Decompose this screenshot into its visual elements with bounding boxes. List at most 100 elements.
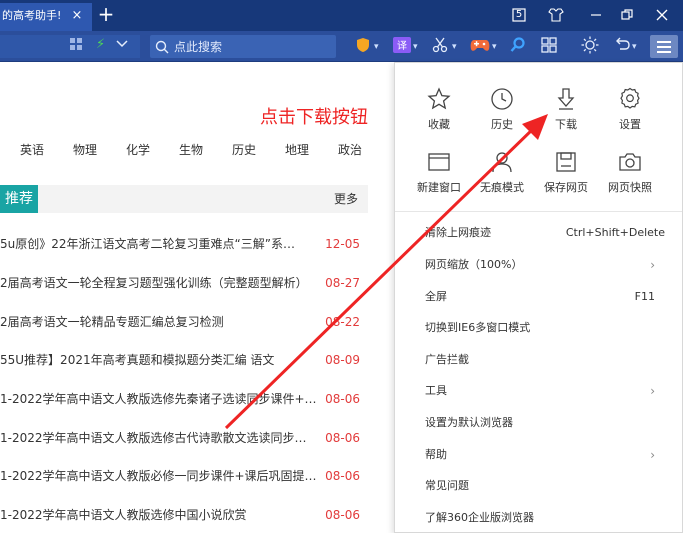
bookmarks-button[interactable]: 收藏 bbox=[407, 87, 471, 143]
menu-item-enterprise[interactable]: 了解360企业版浏览器 bbox=[425, 508, 665, 528]
article-title[interactable]: 1-2022学年高中语文人教版选修古代诗歌散文选读同步… bbox=[0, 428, 307, 448]
list-item[interactable]: 1-2022学年高中语文人教版必修一同步课件+课后巩固提… 08-06 bbox=[0, 466, 368, 486]
incognito-icon bbox=[492, 152, 512, 173]
snapshot-button[interactable]: 网页快照 bbox=[598, 150, 662, 206]
settings-button[interactable]: 设置 bbox=[598, 87, 662, 143]
tab-count-badge[interactable]: 5 bbox=[511, 4, 527, 26]
new-window-button[interactable]: 新建窗口 bbox=[407, 150, 471, 206]
lightning-icon[interactable]: ⚡ bbox=[96, 35, 105, 55]
list-item[interactable]: 5u原创》22年浙江语文高考二轮复习重难点“三解”系… 12-05 bbox=[0, 234, 368, 254]
grid-icon[interactable] bbox=[70, 37, 82, 57]
subject-nav: 英语 物理 化学 生物 历史 地理 政治 bbox=[0, 141, 395, 161]
chevron-right-icon: › bbox=[650, 384, 655, 398]
menu-item-shortcut: F11 bbox=[634, 290, 655, 303]
menu-item-fullscreen[interactable]: 全屏 F11 bbox=[425, 287, 665, 307]
restore-icon[interactable] bbox=[617, 4, 637, 26]
game-controller-icon[interactable] bbox=[470, 37, 490, 57]
article-title[interactable]: 5u原创》22年浙江语文高考二轮复习重难点“三解”系… bbox=[0, 234, 295, 254]
menu-item-faq[interactable]: 常见问题 bbox=[425, 476, 665, 496]
translate-icon[interactable]: 译 bbox=[393, 37, 411, 57]
recommend-section-header: 推荐 更多 bbox=[0, 185, 368, 213]
article-title[interactable]: 2届高考语文一轮精品专题汇编总复习检测 bbox=[0, 312, 224, 332]
menu-item-ad-block[interactable]: 广告拦截 bbox=[425, 350, 665, 370]
search-box[interactable] bbox=[150, 35, 336, 58]
menu-item-label: 清除上网痕迹 bbox=[425, 226, 491, 239]
list-item[interactable]: 1-2022学年高中语文人教版选修中国小说欣赏 08-06 bbox=[0, 505, 368, 525]
subject-link[interactable]: 历史 bbox=[232, 141, 256, 158]
menu-item-label: 帮助 bbox=[425, 448, 447, 461]
search-input[interactable] bbox=[174, 38, 324, 55]
hamburger-icon bbox=[657, 41, 671, 43]
more-link[interactable]: 更多 bbox=[334, 185, 358, 213]
chevron-down-icon[interactable] bbox=[116, 35, 128, 55]
apps-grid-icon[interactable] bbox=[541, 37, 557, 57]
subject-link[interactable]: 英语 bbox=[20, 141, 44, 158]
menu-item-shortcut: Ctrl+Shift+Delete bbox=[565, 226, 665, 239]
menu-item-zoom[interactable]: 网页缩放（100%） › bbox=[425, 255, 665, 275]
list-item[interactable]: 1-2022学年高中语文人教版选修先秦诸子选读同步课件+… 08-06 bbox=[0, 389, 368, 409]
list-item[interactable]: 1-2022学年高中语文人教版选修古代诗歌散文选读同步… 08-06 bbox=[0, 428, 368, 448]
minimize-icon[interactable] bbox=[586, 4, 606, 26]
menu-item-default-browser[interactable]: 设置为默认浏览器 bbox=[425, 413, 665, 433]
shield-dropdown-icon[interactable]: ▾ bbox=[374, 37, 379, 57]
magnifier-icon[interactable] bbox=[510, 37, 526, 57]
incognito-button[interactable]: 无痕模式 bbox=[470, 150, 534, 206]
list-item[interactable]: 2届高考语文一轮精品专题汇编总复习检测 08-22 bbox=[0, 312, 368, 332]
main-menu-button[interactable] bbox=[650, 35, 678, 58]
tab-close-button[interactable]: × bbox=[70, 3, 84, 29]
address-bar[interactable]: ⚡ bbox=[0, 35, 140, 58]
download-button[interactable]: 下载 bbox=[534, 87, 598, 143]
menu-item-label: 全屏 bbox=[425, 290, 447, 303]
subject-link[interactable]: 生物 bbox=[179, 141, 203, 158]
translate-dropdown-icon[interactable]: ▾ bbox=[413, 37, 418, 57]
subject-link[interactable]: 政治 bbox=[338, 141, 362, 158]
subject-link[interactable]: 地理 bbox=[285, 141, 309, 158]
clock-icon bbox=[491, 88, 513, 110]
camera-icon bbox=[619, 153, 641, 171]
menu-item-tools[interactable]: 工具 › bbox=[425, 381, 665, 401]
menu-divider bbox=[395, 211, 682, 212]
list-item[interactable]: 55U推荐】2021年高考真题和模拟题分类汇编 语文 08-09 bbox=[0, 350, 368, 370]
save-page-button[interactable]: 保存网页 bbox=[534, 150, 598, 206]
subject-link[interactable]: 化学 bbox=[126, 141, 150, 158]
history-button[interactable]: 历史 bbox=[470, 87, 534, 143]
undo-icon[interactable] bbox=[614, 37, 630, 57]
scissors-icon[interactable] bbox=[432, 37, 448, 57]
list-item[interactable]: 2届高考语文一轮全程复习题型强化训练（完整题型解析） 08-27 bbox=[0, 273, 368, 293]
article-title[interactable]: 1-2022学年高中语文人教版选修先秦诸子选读同步课件+… bbox=[0, 389, 317, 409]
toolbar: ⚡ ▾ 译 ▾ ▾ ▾ ▾ bbox=[0, 31, 683, 62]
menu-item-label: 工具 bbox=[425, 384, 447, 397]
menu-item-label: 网页缩放（100%） bbox=[425, 258, 523, 271]
svg-text:译: 译 bbox=[397, 40, 407, 52]
undo-dropdown-icon[interactable]: ▾ bbox=[632, 37, 637, 57]
incognito-label: 无痕模式 bbox=[480, 181, 524, 194]
scissors-dropdown-icon[interactable]: ▾ bbox=[452, 37, 457, 57]
star-icon bbox=[427, 87, 451, 110]
tab-title: 的高考助手! bbox=[2, 9, 62, 22]
article-title[interactable]: 2届高考语文一轮全程复习题型强化训练（完整题型解析） bbox=[0, 273, 308, 293]
menu-item-ie6-mode[interactable]: 切换到IE6多窗口模式 bbox=[425, 318, 665, 338]
menu-item-label: 广告拦截 bbox=[425, 353, 469, 366]
subject-link[interactable]: 物理 bbox=[73, 141, 97, 158]
bookmarks-label: 收藏 bbox=[428, 118, 450, 131]
save-page-label: 保存网页 bbox=[544, 181, 588, 194]
menu-item-clear-history[interactable]: 清除上网痕迹 Ctrl+Shift+Delete bbox=[425, 223, 665, 243]
article-title[interactable]: 55U推荐】2021年高考真题和模拟题分类汇编 语文 bbox=[0, 350, 274, 370]
chevron-right-icon: › bbox=[650, 258, 655, 272]
brightness-icon[interactable] bbox=[581, 36, 599, 57]
article-title[interactable]: 1-2022学年高中语文人教版选修中国小说欣赏 bbox=[0, 505, 247, 525]
article-title[interactable]: 1-2022学年高中语文人教版必修一同步课件+课后巩固提… bbox=[0, 466, 317, 486]
game-dropdown-icon[interactable]: ▾ bbox=[492, 37, 497, 57]
new-tab-button[interactable]: + bbox=[96, 3, 116, 27]
skin-icon[interactable] bbox=[546, 4, 566, 26]
menu-item-label: 切换到IE6多窗口模式 bbox=[425, 321, 531, 334]
close-icon[interactable] bbox=[652, 4, 672, 26]
chevron-right-icon: › bbox=[650, 448, 655, 462]
download-icon bbox=[557, 88, 575, 110]
title-bar: 的高考助手! × + 5 bbox=[0, 0, 683, 31]
recommend-tab[interactable]: 推荐 bbox=[0, 185, 38, 213]
menu-item-help[interactable]: 帮助 › bbox=[425, 445, 665, 465]
article-date: 08-06 bbox=[325, 431, 360, 445]
browser-tab[interactable]: 的高考助手! × bbox=[0, 3, 92, 31]
shield-icon[interactable] bbox=[356, 37, 370, 57]
